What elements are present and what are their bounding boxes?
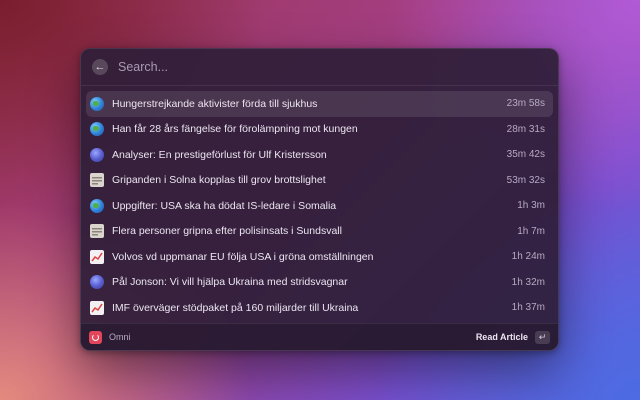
app-name: Omni: [109, 332, 131, 342]
newspaper-icon: [90, 224, 104, 239]
list-item[interactable]: Uppgifter: USA ska ha dödat IS-ledare i …: [86, 193, 553, 219]
newspaper-icon: [90, 173, 104, 188]
list-item[interactable]: Analyser: En prestigeförlust för Ulf Kri…: [86, 142, 553, 168]
globe-icon: [90, 122, 104, 137]
orb-icon: [90, 147, 104, 162]
item-title: Gripanden i Solna kopplas till grov brot…: [112, 174, 326, 187]
globe-icon: [90, 96, 104, 111]
item-time: 1h 7m: [517, 225, 545, 237]
list-item[interactable]: Flera personer gripna efter polisinsats …: [86, 219, 553, 245]
item-time: 23m 58s: [506, 98, 545, 110]
chart-up-icon: [90, 249, 104, 264]
list-item[interactable]: IMF överväger stödpaket på 160 miljarder…: [86, 295, 553, 321]
item-title: Hungerstrejkande aktivister förda till s…: [112, 97, 318, 110]
item-title: Volvos vd uppmanar EU följa USA i gröna …: [112, 250, 374, 263]
list-item[interactable]: Pål Jonson: Vi vill hjälpa Ukraina med s…: [86, 270, 553, 296]
command-palette-window: ← Hungerstrejkande aktivister förda till…: [80, 48, 559, 351]
item-title: IMF överväger stödpaket på 160 miljarder…: [112, 301, 359, 314]
enter-key-icon[interactable]: ↵: [535, 330, 550, 344]
item-title: Uppgifter: USA ska ha dödat IS-ledare i …: [112, 199, 337, 212]
item-time: 1h 24m: [511, 251, 545, 263]
item-time: 53m 32s: [506, 174, 545, 186]
read-article-button[interactable]: Read Article: [476, 332, 528, 342]
list-item[interactable]: Han får 28 års fängelse för förolämpning…: [86, 117, 553, 143]
item-time: 1h 37m: [511, 302, 545, 314]
item-title: Pål Jonson: Vi vill hjälpa Ukraina med s…: [112, 276, 348, 289]
search-bar: ←: [81, 49, 558, 86]
item-time: 1h 32m: [511, 276, 545, 288]
results-list: Hungerstrejkande aktivister förda till s…: [86, 91, 553, 321]
back-arrow-icon[interactable]: ←: [92, 59, 108, 75]
chart-up-icon: [90, 300, 104, 315]
item-time: 35m 42s: [506, 149, 545, 161]
item-time: 28m 31s: [506, 123, 545, 135]
omni-logo-icon: [89, 330, 102, 344]
item-title: Analyser: En prestigeförlust för Ulf Kri…: [112, 148, 327, 161]
list-item[interactable]: Hungerstrejkande aktivister förda till s…: [86, 91, 553, 117]
item-time: 1h 3m: [517, 200, 545, 212]
item-title: Han får 28 års fängelse för förolämpning…: [112, 123, 358, 136]
list-item[interactable]: Volvos vd uppmanar EU följa USA i gröna …: [86, 244, 553, 270]
globe-icon: [90, 198, 104, 213]
footer-bar: Omni Read Article ↵: [81, 323, 558, 350]
item-title: Flera personer gripna efter polisinsats …: [112, 225, 342, 238]
list-item[interactable]: Gripanden i Solna kopplas till grov brot…: [86, 168, 553, 194]
search-input[interactable]: [116, 59, 558, 75]
orb-icon: [90, 275, 104, 290]
